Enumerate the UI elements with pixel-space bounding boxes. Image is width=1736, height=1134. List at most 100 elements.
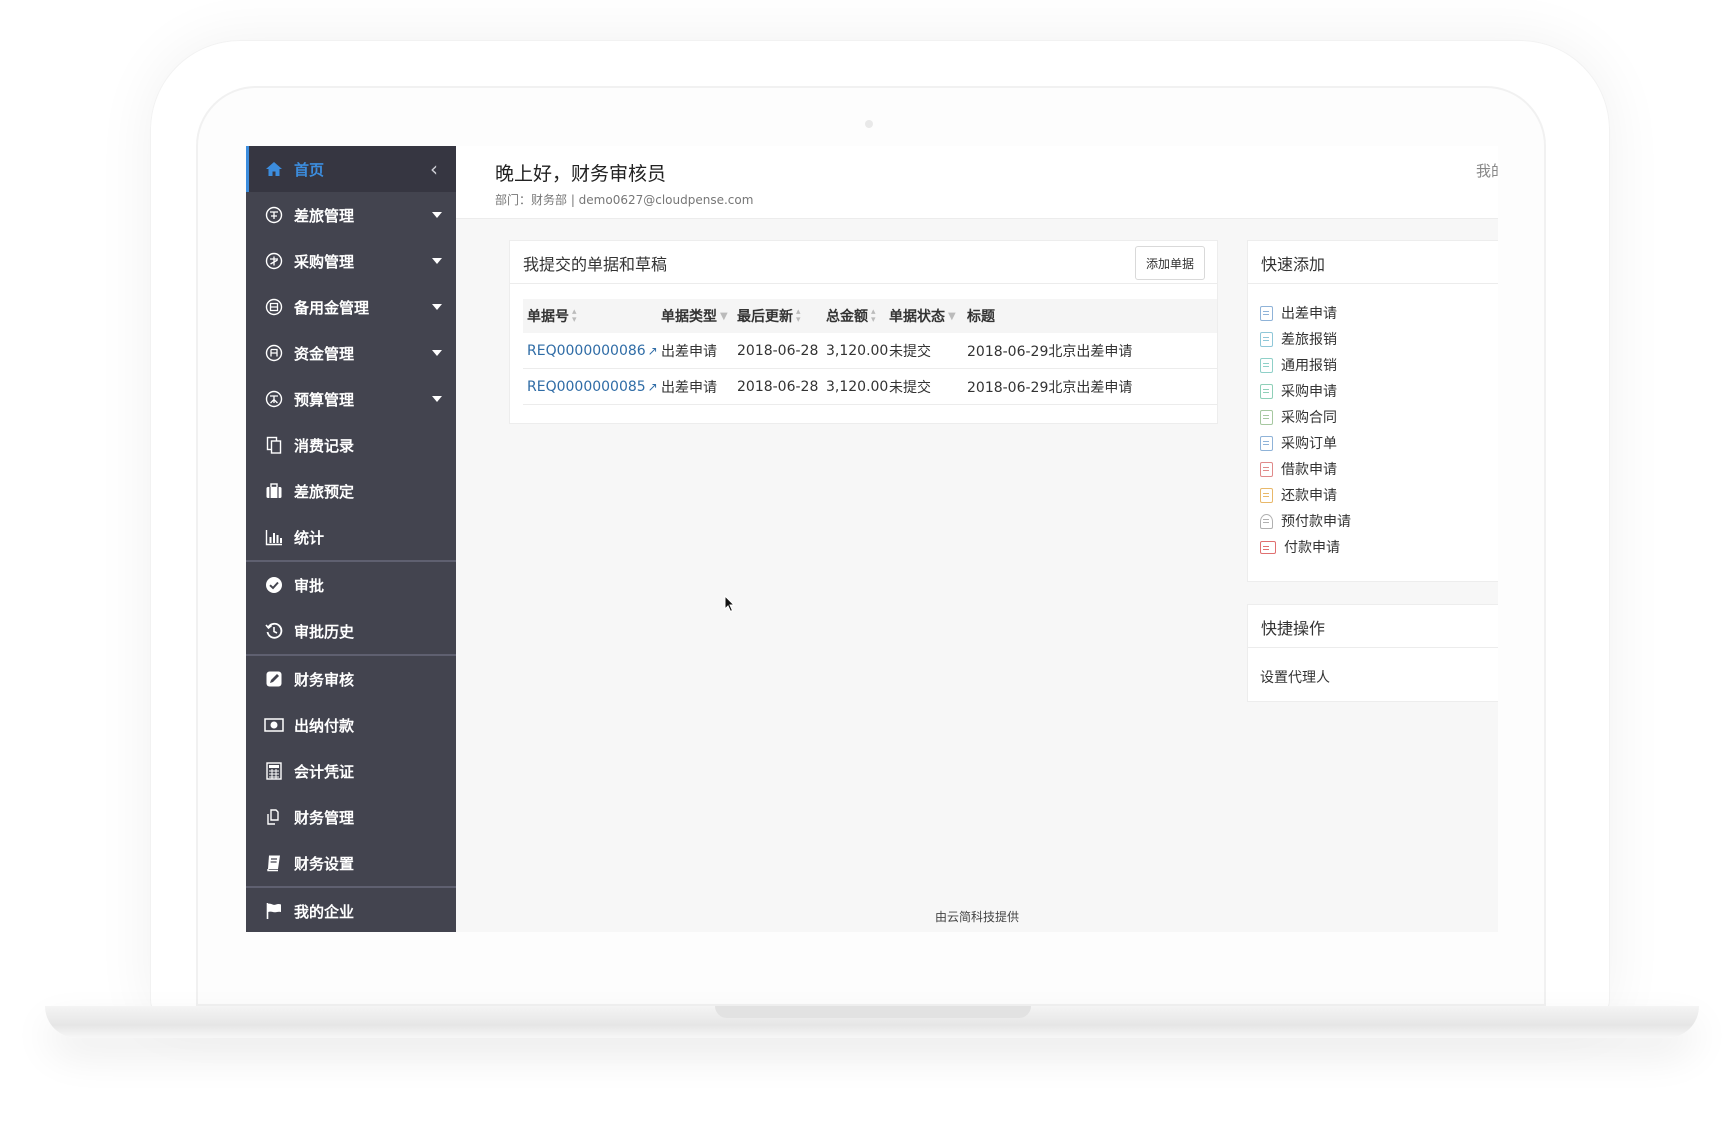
collapse-sidebar-icon[interactable]: ‹ [430,157,438,181]
sidebar-item-label: 差旅预定 [294,482,355,501]
sidebar-item-home[interactable]: 首页 ‹ [246,146,456,192]
card-divider [1248,647,1498,648]
document-icon [1260,461,1273,477]
card-divider [510,283,1217,284]
sidebar-item-label: 会计凭证 [294,762,355,781]
greeting-text: 晚上好，财务审核员 [495,163,667,185]
quick-add-prepayment-request[interactable]: 预付款申请 [1260,509,1351,533]
last-updated: 2018-06-28 [737,342,819,359]
sidebar-item-petty-cash[interactable]: 备用金管理 [246,284,456,330]
sort-icon: ▴ ▾ [572,307,577,325]
chevron-down-icon [432,396,442,402]
sidebar-item-label: 财务设置 [294,854,355,873]
column-header-status[interactable]: 单据状态 ▼ [889,299,956,333]
chevron-down-icon [432,350,442,356]
document-type: 出差申请 [661,343,717,360]
quick-add-trip-request[interactable]: 出差申请 [1260,301,1337,325]
document-id-link[interactable]: REQ0000000086 ↗ [527,333,658,368]
external-link-icon: ↗ [647,343,658,358]
quick-add-travel-reimbursement[interactable]: 差旅报销 [1260,327,1337,351]
column-header-title: 标题 [967,309,995,325]
card-title: 快捷操作 [1261,619,1326,638]
sidebar-item-label: 资金管理 [294,344,355,363]
sidebar-item-purchase[interactable]: 采购管理 [246,238,456,284]
circle-char-icon [264,389,284,409]
document-icon [1260,331,1273,347]
sidebar-item-finance-review[interactable]: 财务审核 [246,656,456,702]
sidebar-item-budget[interactable]: 预算管理 [246,376,456,422]
webcam [865,120,873,128]
mouse-cursor-icon [724,595,736,613]
prepayment-icon [1260,513,1273,529]
quick-add-purchase-request[interactable]: 采购申请 [1260,379,1337,403]
suitcase-icon [264,481,284,501]
table-header: 单据号 ▴ ▾ 单据类型 ▼ 最后更新 ▴ ▾ 总金额 ▴ ▾ 单据状态 ▼ 标… [523,299,1217,333]
document-title: 2018-06-29北京出差申请 [967,343,1133,360]
sidebar-item-expense-records[interactable]: 消费记录 [246,422,456,468]
sidebar-item-label: 出纳付款 [294,716,355,735]
quick-add-payment-request[interactable]: 付款申请 [1260,535,1340,559]
sidebar-item-label: 消费记录 [294,436,355,455]
sidebar-item-label: 财务管理 [294,808,355,827]
book-icon [264,853,284,873]
copy-icon [264,807,284,827]
document-icon [1260,383,1273,399]
sidebar-item-accounting-voucher[interactable]: 会计凭证 [246,748,456,794]
app-screen: 首页 ‹ 差旅管理 采购管理 备用金管理 资金管理 预算管理 消费记录 差旅预定… [246,146,1498,932]
sidebar-item-funds[interactable]: 资金管理 [246,330,456,376]
quick-add-general-reimbursement[interactable]: 通用报销 [1260,353,1337,377]
quick-add-card: 快速添加 出差申请 差旅报销 通用报销 采购申请 采购合同 采购订单 借款申请 … [1247,240,1498,582]
circle-char-icon [264,297,284,317]
sidebar-item-my-company[interactable]: 我的企业 [246,888,456,932]
department-info: 部门：财务部 | demo0627@cloudpense.com [495,193,754,207]
footer-credit: 由云简科技提供 [934,910,1019,924]
quick-add-repayment-request[interactable]: 还款申请 [1260,483,1337,507]
flag-icon [264,901,284,921]
circle-char-icon [264,343,284,363]
table-row: REQ0000000085 ↗ 出差申请 2018-06-28 3,120.00… [523,369,1217,405]
set-delegate-link[interactable]: 设置代理人 [1260,665,1330,689]
document-icon [1260,305,1273,321]
quick-add-purchase-contract[interactable]: 采购合同 [1260,405,1337,429]
sidebar-item-approval-history[interactable]: 审批历史 [246,608,456,654]
submitted-documents-card: 我提交的单据和草稿 添加单据 单据号 ▴ ▾ 单据类型 ▼ 最后更新 ▴ ▾ 总金额 [509,240,1218,424]
document-id-link[interactable]: REQ0000000085 ↗ [527,369,658,404]
laptop-base-notch [715,1006,1031,1018]
external-link-icon: ↗ [647,379,658,394]
documents-icon [264,435,284,455]
documents-table: 单据号 ▴ ▾ 单据类型 ▼ 最后更新 ▴ ▾ 总金额 ▴ ▾ 单据状态 ▼ 标… [523,299,1217,405]
sidebar-item-finance-management[interactable]: 财务管理 [246,794,456,840]
sidebar-item-label: 预算管理 [294,390,355,409]
sidebar-item-cashier-payment[interactable]: 出纳付款 [246,702,456,748]
add-document-button[interactable]: 添加单据 [1134,246,1205,280]
user-menu[interactable]: 我的 [1476,160,1498,181]
calculator-icon [264,761,284,781]
document-icon [1260,357,1273,373]
document-icon [1260,487,1273,503]
column-header-id[interactable]: 单据号 ▴ ▾ [527,299,577,333]
filter-icon: ▼ [720,310,728,322]
document-type: 出差申请 [661,379,717,396]
column-header-updated[interactable]: 最后更新 ▴ ▾ [737,299,801,333]
sidebar-item-statistics[interactable]: 统计 [246,514,456,560]
sidebar-item-label: 首页 [294,160,325,179]
table-row: REQ0000000086 ↗ 出差申请 2018-06-28 3,120.00… [523,333,1217,369]
edit-icon [264,669,284,689]
payment-card-icon [1260,540,1276,554]
document-icon [1260,435,1273,451]
column-header-amount[interactable]: 总金额 ▴ ▾ [826,299,876,333]
sidebar-item-approve[interactable]: 审批 [246,562,456,608]
sidebar-item-label: 审批 [294,576,325,595]
total-amount: 3,120.00 [826,378,889,395]
sidebar-item-finance-settings[interactable]: 财务设置 [246,840,456,886]
column-header-type[interactable]: 单据类型 ▼ [661,299,728,333]
circle-char-icon [264,251,284,271]
quick-add-loan-request[interactable]: 借款申请 [1260,457,1337,481]
last-updated: 2018-06-28 [737,378,819,395]
sidebar: 首页 ‹ 差旅管理 采购管理 备用金管理 资金管理 预算管理 消费记录 差旅预定… [246,146,456,932]
sidebar-item-travel[interactable]: 差旅管理 [246,192,456,238]
quick-add-purchase-order[interactable]: 采购订单 [1260,431,1337,455]
home-icon [264,159,284,179]
card-title: 快速添加 [1261,255,1326,274]
sidebar-item-travel-booking[interactable]: 差旅预定 [246,468,456,514]
